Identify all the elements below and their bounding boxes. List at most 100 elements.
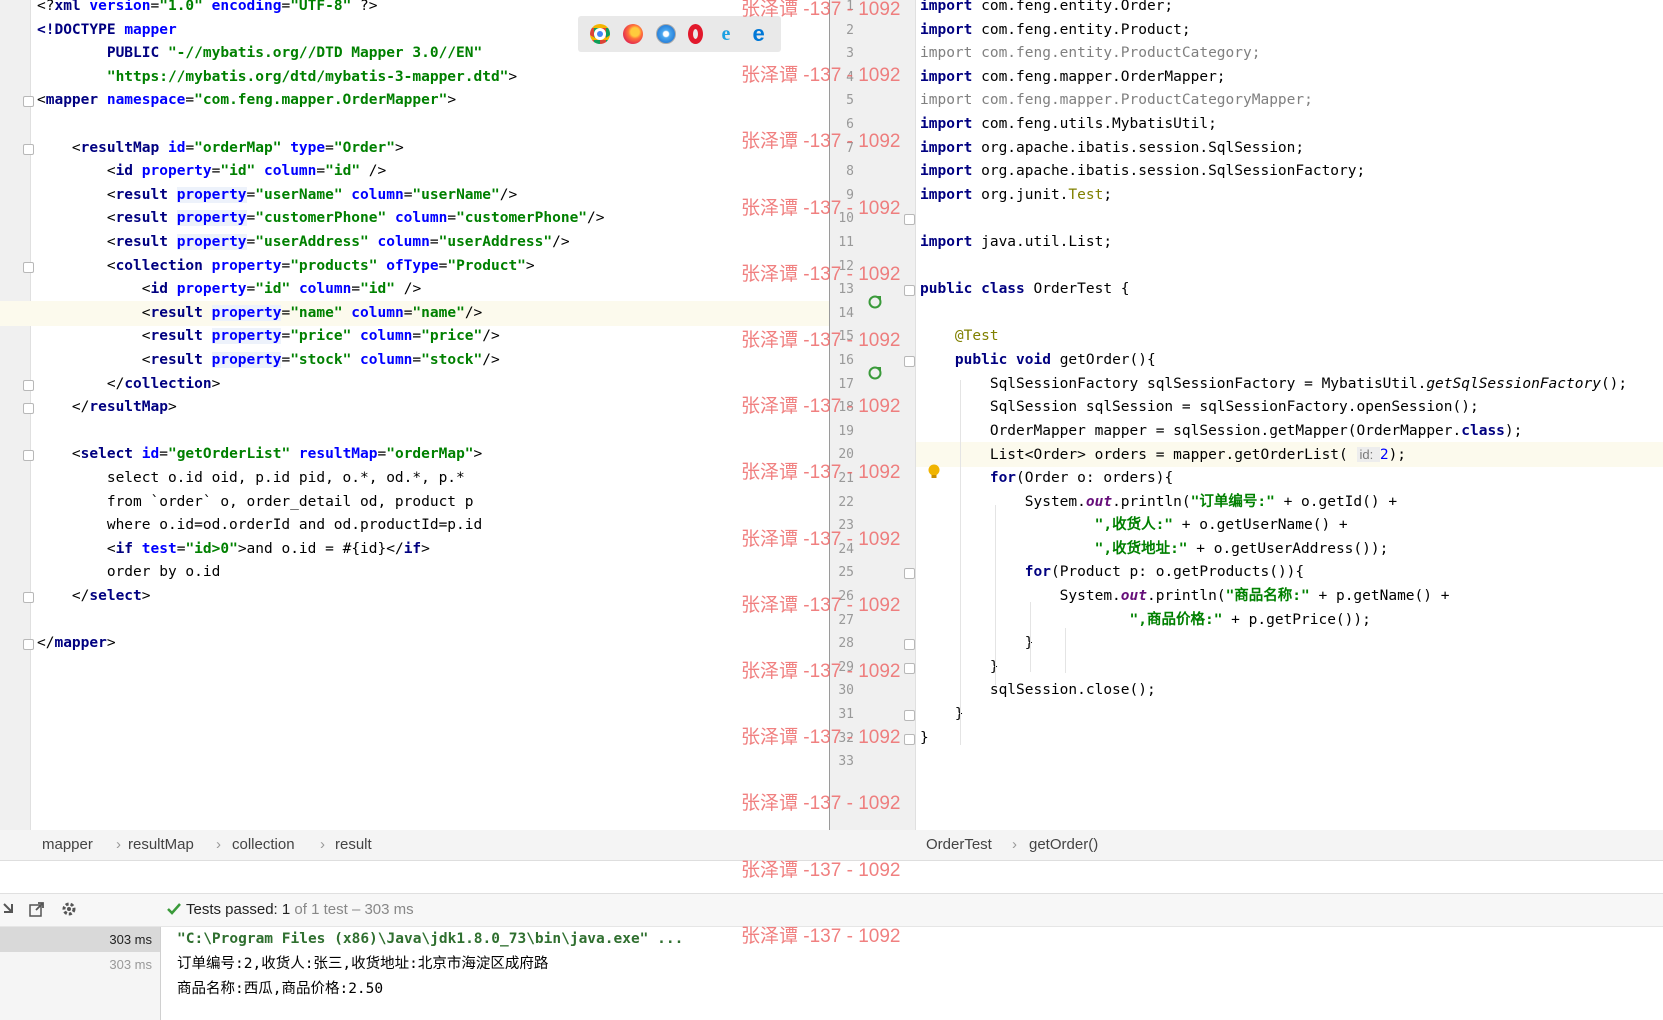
code-line[interactable]: <result property="userAddress" column="u…: [37, 230, 570, 255]
fold-icon[interactable]: [23, 403, 34, 415]
code-line[interactable]: "https://mybatis.org/dtd/mybatis-3-mappe…: [37, 65, 517, 90]
code-line[interactable]: from `order` o, order_detail od, product…: [37, 490, 474, 515]
code-line[interactable]: </collection>: [37, 372, 221, 397]
code-token: result: [115, 186, 177, 203]
code-token: "userName": [255, 186, 352, 203]
code-line[interactable]: <result property="customerPhone" column=…: [37, 206, 605, 231]
xml-editor-gutter[interactable]: [0, 0, 30, 830]
code-line[interactable]: <!DOCTYPE mapper: [37, 18, 177, 43]
code-line[interactable]: for(Order o: orders){: [920, 466, 1173, 491]
code-line[interactable]: }: [920, 702, 964, 727]
gear-icon[interactable]: [60, 900, 78, 922]
code-line[interactable]: System.out.println("商品名称:" + p.getName()…: [920, 584, 1450, 609]
code-line[interactable]: </select>: [37, 584, 151, 609]
code-line[interactable]: select o.id oid, p.id pid, o.*, od.*, p.…: [37, 466, 465, 491]
code-token: (Order o: orders){: [1016, 470, 1174, 486]
code-line[interactable]: </mapper>: [37, 631, 116, 656]
code-token: <: [37, 257, 116, 274]
code-line[interactable]: import com.feng.entity.Product;: [920, 18, 1191, 43]
breadcrumb-item-collection[interactable]: collection: [232, 830, 295, 860]
code-line[interactable]: OrderMapper mapper = sqlSession.getMappe…: [920, 419, 1523, 444]
chrome-icon[interactable]: [590, 24, 611, 44]
code-token: =: [281, 257, 291, 274]
code-line[interactable]: import com.feng.mapper.ProductCategoryMa…: [920, 88, 1313, 113]
code-line[interactable]: System.out.println("订单编号:" + o.getId() +: [920, 490, 1397, 515]
code-line[interactable]: import org.apache.ibatis.session.SqlSess…: [920, 136, 1304, 161]
code-token: <: [37, 163, 116, 180]
code-line[interactable]: import com.feng.utils.MybatisUtil;: [920, 112, 1217, 137]
code-line[interactable]: }: [920, 726, 929, 751]
firefox-icon[interactable]: [622, 24, 643, 44]
code-token: );: [1388, 447, 1407, 464]
code-line[interactable]: import com.feng.entity.Order;: [920, 0, 1173, 19]
java-editor-pane[interactable]: 1 2 3 4 5 6 7 8 9 10 11 12 13 14 15 16 17 18 19 20 21 22 23 24 2…: [830, 0, 1663, 830]
code-line[interactable]: <select id="getOrderList" resultMap="ord…: [37, 442, 482, 467]
fold-icon[interactable]: [23, 450, 34, 462]
code-line[interactable]: <collection property="products" ofType="…: [37, 254, 535, 279]
code-line[interactable]: </resultMap>: [37, 395, 177, 420]
code-line[interactable]: }: [920, 631, 1034, 656]
code-line[interactable]: PUBLIC "-//mybatis.org//DTD Mapper 3.0//…: [37, 41, 482, 66]
edge-icon[interactable]: e: [749, 23, 769, 45]
breadcrumb-item-resultmap[interactable]: resultMap: [128, 830, 194, 860]
run-test-icon[interactable]: [868, 365, 882, 380]
code-line[interactable]: public class OrderTest {: [920, 277, 1130, 302]
code-line[interactable]: SqlSessionFactory sqlSessionFactory = My…: [920, 372, 1627, 397]
fold-icon[interactable]: [23, 379, 34, 391]
fold-icon[interactable]: [23, 143, 34, 155]
code-line[interactable]: import org.apache.ibatis.session.SqlSess…: [920, 159, 1365, 184]
code-line[interactable]: <result property="userName" column="user…: [37, 183, 517, 208]
fold-icon[interactable]: [904, 639, 915, 651]
code-line[interactable]: sqlSession.close();: [920, 678, 1156, 703]
code-line[interactable]: import java.util.List;: [920, 230, 1112, 255]
opera-icon[interactable]: [688, 24, 704, 44]
code-line[interactable]: import org.junit.Test;: [920, 183, 1112, 208]
code-line[interactable]: <mapper namespace="com.feng.mapper.Order…: [37, 88, 456, 113]
xml-editor-pane[interactable]: <?xml version="1.0" encoding="UTF-8" ?> <…: [0, 0, 830, 830]
code-line[interactable]: ",收货人:" + o.getUserName() +: [920, 513, 1348, 538]
breadcrumb-item-mapper[interactable]: mapper: [42, 830, 93, 860]
safari-icon[interactable]: [655, 24, 676, 44]
breadcrumb-item-ordertest[interactable]: OrderTest: [926, 830, 992, 860]
code-token: import com.feng.entity.ProductCategory;: [920, 45, 1261, 62]
code-line[interactable]: <result property="stock" column="stock"/…: [37, 348, 500, 373]
fold-icon[interactable]: [904, 285, 915, 297]
code-line[interactable]: import com.feng.entity.ProductCategory;: [920, 41, 1260, 66]
code-line[interactable]: List<Order> orders = mapper.getOrderList…: [916, 442, 1663, 468]
code-line[interactable]: where o.id=od.orderId and od.productId=p…: [37, 513, 482, 538]
export-icon[interactable]: [28, 900, 46, 922]
fold-icon[interactable]: [23, 96, 34, 108]
code-line[interactable]: <resultMap id="orderMap" type="Order">: [37, 136, 404, 161]
code-line[interactable]: @Test: [920, 324, 999, 349]
code-line[interactable]: <id property="id" column="id" />: [37, 159, 386, 184]
fold-icon[interactable]: [904, 356, 915, 367]
breadcrumb-item-getorder[interactable]: getOrder(): [1029, 830, 1098, 860]
fold-icon[interactable]: [904, 710, 915, 721]
code-line[interactable]: <?xml version="1.0" encoding="UTF-8" ?>: [37, 0, 378, 19]
fold-icon[interactable]: [23, 261, 34, 273]
code-line[interactable]: for(Product p: o.getProducts()){: [920, 560, 1304, 585]
collapse-icon[interactable]: [2, 900, 16, 922]
code-line[interactable]: ",收货地址:" + o.getUserAddress());: [920, 537, 1389, 562]
code-line[interactable]: import com.feng.mapper.OrderMapper;: [920, 65, 1226, 90]
code-token: ?>: [360, 0, 378, 14]
current-line-highlight[interactable]: <result property="name" column="name"/>: [0, 300, 830, 326]
ie-icon[interactable]: e: [716, 24, 736, 44]
code-token: from `order` o, order_detail od, product…: [37, 493, 474, 510]
code-line[interactable]: <if test="id>0">and o.id = #{id}</if>: [37, 537, 430, 562]
code-line[interactable]: SqlSession sqlSession = sqlSessionFactor…: [920, 395, 1479, 420]
code-line[interactable]: <id property="id" column="id" />: [37, 277, 421, 302]
code-line[interactable]: <result property="price" column="price"/…: [37, 324, 500, 349]
fold-icon[interactable]: [904, 568, 915, 580]
breadcrumb-item-result[interactable]: result: [335, 830, 372, 860]
lightbulb-icon[interactable]: [927, 464, 941, 482]
code-token: </: [37, 588, 90, 604]
code-line[interactable]: ",商品价格:" + p.getPrice());: [920, 608, 1371, 633]
code-line[interactable]: order by o.id: [37, 560, 221, 585]
fold-icon[interactable]: [23, 592, 34, 603]
fold-icon[interactable]: [23, 639, 34, 651]
test-tree[interactable]: 303 ms 303 ms: [0, 927, 161, 1020]
run-class-icon[interactable]: [868, 294, 882, 309]
code-token: public void: [954, 352, 1060, 368]
code-line[interactable]: public void getOrder(){: [920, 348, 1156, 373]
